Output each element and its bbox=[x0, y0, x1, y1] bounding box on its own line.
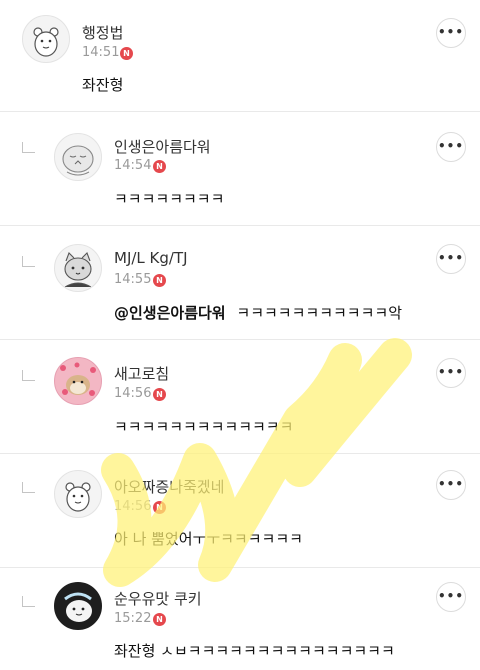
comment-author[interactable]: 순우유맛 쿠키 bbox=[114, 588, 202, 609]
comment-text: 아 나 뿜었어ㅜㅜㅋㅋㅋㅋㅋㅋ bbox=[114, 528, 303, 549]
more-options-button[interactable]: ••• bbox=[436, 132, 466, 162]
new-badge: N bbox=[153, 160, 166, 173]
comment-author[interactable]: 새고로침 bbox=[114, 363, 169, 384]
more-options-button[interactable]: ••• bbox=[436, 582, 466, 612]
reply-arrow-icon bbox=[22, 256, 35, 267]
bear-face-avatar-icon bbox=[65, 482, 91, 512]
reply-arrow-icon bbox=[22, 370, 35, 381]
cat-character-avatar-icon bbox=[64, 252, 92, 288]
reply-item: 인생은아름다워 14:54 N ㅋㅋㅋㅋㅋㅋㅋㅋ ••• bbox=[0, 112, 480, 226]
cookie-character-avatar-icon bbox=[64, 592, 92, 622]
comment-time: 14:55 bbox=[114, 272, 152, 287]
comment-author[interactable]: 행정법 bbox=[82, 22, 123, 43]
bear-face-avatar-icon bbox=[33, 27, 59, 57]
reply-arrow-icon bbox=[22, 142, 35, 153]
comment-body: ㅋㅋㅋㅋㅋㅋㅋㅋㅋㅋㅋ악 bbox=[236, 304, 402, 322]
reply-item: 새고로침 14:56 N ㅋㅋㅋㅋㅋㅋㅋㅋㅋㅋㅋㅋㅋ ••• bbox=[0, 340, 480, 454]
comment-time: 15:22 bbox=[114, 611, 152, 626]
comment-time: 14:51 bbox=[82, 45, 120, 60]
comment-text: ㅋㅋㅋㅋㅋㅋㅋㅋ bbox=[114, 188, 224, 209]
comment-text: @인생은아름다워 ㅋㅋㅋㅋㅋㅋㅋㅋㅋㅋㅋ악 bbox=[114, 302, 402, 323]
more-options-button[interactable]: ••• bbox=[436, 470, 466, 500]
new-badge: N bbox=[153, 501, 166, 514]
comment-author[interactable]: 아오짜증나죽겠네 bbox=[114, 476, 224, 497]
comment-author[interactable]: 인생은아름다워 bbox=[114, 136, 211, 157]
mention-link[interactable]: @인생은아름다워 bbox=[114, 304, 226, 322]
reply-item: MJ/L Kg/TJ 14:55 N @인생은아름다워 ㅋㅋㅋㅋㅋㅋㅋㅋㅋㅋㅋ악… bbox=[0, 226, 480, 340]
comment-text: 좌잔형 bbox=[82, 74, 123, 95]
avatar[interactable] bbox=[54, 133, 102, 181]
reply-arrow-icon bbox=[22, 596, 35, 607]
more-options-button[interactable]: ••• bbox=[436, 18, 466, 48]
comment-item: 행정법 14:51 N 좌잔형 ••• bbox=[0, 0, 480, 112]
hamster-photo-avatar-icon bbox=[60, 362, 96, 396]
new-badge: N bbox=[120, 47, 133, 60]
comment-text: ㅋㅋㅋㅋㅋㅋㅋㅋㅋㅋㅋㅋㅋ bbox=[114, 416, 293, 437]
new-badge: N bbox=[153, 274, 166, 287]
comment-body: ㅋㅋㅋㅋㅋㅋㅋㅋㅋㅋㅋㅋㅋ bbox=[114, 418, 294, 436]
avatar[interactable] bbox=[22, 15, 70, 63]
avatar[interactable] bbox=[54, 244, 102, 292]
sleeping-character-avatar-icon bbox=[62, 145, 94, 176]
comment-body: ㅋㅋㅋㅋㅋㅋㅋㅋ bbox=[114, 190, 225, 208]
reply-arrow-icon bbox=[22, 482, 35, 493]
comment-body: 아 나 뿜었어ㅜㅜㅋㅋㅋㅋㅋㅋ bbox=[114, 530, 303, 548]
comment-author[interactable]: MJ/L Kg/TJ bbox=[114, 249, 188, 267]
new-badge: N bbox=[153, 388, 166, 401]
comment-body: 좌잔형 bbox=[82, 76, 124, 94]
comment-time: 14:54 bbox=[114, 158, 152, 173]
avatar[interactable] bbox=[54, 582, 102, 630]
reply-item: 순우유맛 쿠키 15:22 N 좌잔형 ㅅㅂㅋㅋㅋㅋㅋㅋㅋㅋㅋㅋㅋㅋㅋㅋㅋ ••… bbox=[0, 568, 480, 670]
reply-item: 아오짜증나죽겠네 14:56 N 아 나 뿜었어ㅜㅜㅋㅋㅋㅋㅋㅋ ••• bbox=[0, 454, 480, 568]
comment-text: 좌잔형 ㅅㅂㅋㅋㅋㅋㅋㅋㅋㅋㅋㅋㅋㅋㅋㅋㅋ bbox=[114, 640, 395, 661]
more-options-button[interactable]: ••• bbox=[436, 244, 466, 274]
comment-body: 좌잔형 ㅅㅂㅋㅋㅋㅋㅋㅋㅋㅋㅋㅋㅋㅋㅋㅋㅋ bbox=[114, 642, 395, 660]
avatar[interactable] bbox=[54, 470, 102, 518]
avatar[interactable] bbox=[54, 357, 102, 405]
more-options-button[interactable]: ••• bbox=[436, 358, 466, 388]
comment-time: 14:56 bbox=[114, 386, 152, 401]
comment-time: 14:56 bbox=[114, 499, 152, 514]
new-badge: N bbox=[153, 613, 166, 626]
